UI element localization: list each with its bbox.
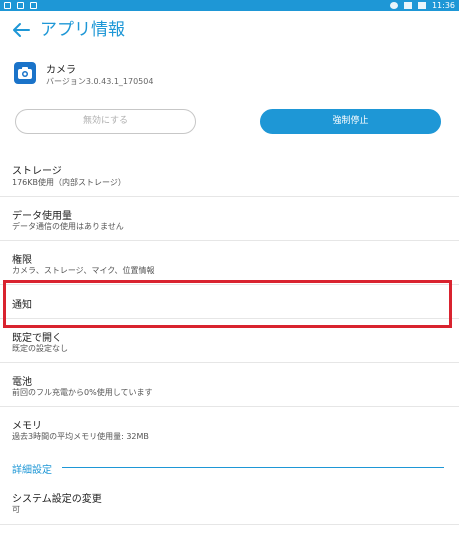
wifi-icon [389,2,398,9]
status-time: 11:36 [431,1,455,10]
list-item-subtitle: 176KB使用（内部ストレージ） [12,178,126,187]
section-header-advanced: 詳細設定 [12,465,52,476]
list-item-subtitle: カメラ、ストレージ、マイク、位置情報 [12,266,155,275]
section-divider [62,467,444,468]
status-bar: 11:36 [0,0,459,11]
list-item-storage[interactable]: ストレージ 176KB使用（内部ストレージ） [0,152,459,196]
list-divider [0,524,459,537]
screenshot-icon [403,2,412,9]
force-stop-button[interactable]: 強制停止 [260,109,441,134]
page-title: アプリ情報 [40,20,125,40]
notification-icon [17,2,24,9]
list-item-title: 既定で開く [12,333,62,344]
list-item-title: ストレージ [12,166,62,177]
list-item-subtitle: 可 [12,505,20,514]
disable-button[interactable]: 無効にする [15,109,196,134]
list-item-subtitle: データ通信の使用はありません [12,222,124,231]
app-version: バージョン3.0.43.1_170504 [46,77,154,86]
list-item-modify-system-settings[interactable]: システム設定の変更 可 [0,480,459,524]
list-item-title: 電池 [12,377,32,388]
list-item-title: 権限 [12,255,32,266]
back-arrow-icon[interactable] [10,19,32,41]
list-item-subtitle: 前回のフル充電から0%使用しています [12,388,153,397]
list-item-memory[interactable]: メモリ 過去3時間の平均メモリ使用量: 32MB [0,406,459,450]
notification-icon [30,2,37,9]
app-name: カメラ [46,65,76,76]
highlight-box [3,280,452,328]
system-icons: 11:36 [389,0,455,11]
list-item-title: システム設定の変更 [12,494,102,505]
list-item-title: データ使用量 [12,211,72,222]
notification-icons [4,0,37,11]
camera-app-icon [14,62,36,84]
battery-icon [417,2,426,9]
list-item-subtitle: 過去3時間の平均メモリ使用量: 32MB [12,432,149,441]
notification-icon [4,2,11,9]
list-item-data-usage[interactable]: データ使用量 データ通信の使用はありません [0,196,459,240]
list-item-battery[interactable]: 電池 前回のフル充電から0%使用しています [0,362,459,406]
list-item-subtitle: 既定の設定なし [12,344,68,353]
list-item-title: メモリ [12,421,42,432]
app-bar: アプリ情報 [0,11,459,49]
list-item-permissions[interactable]: 権限 カメラ、ストレージ、マイク、位置情報 [0,240,459,284]
